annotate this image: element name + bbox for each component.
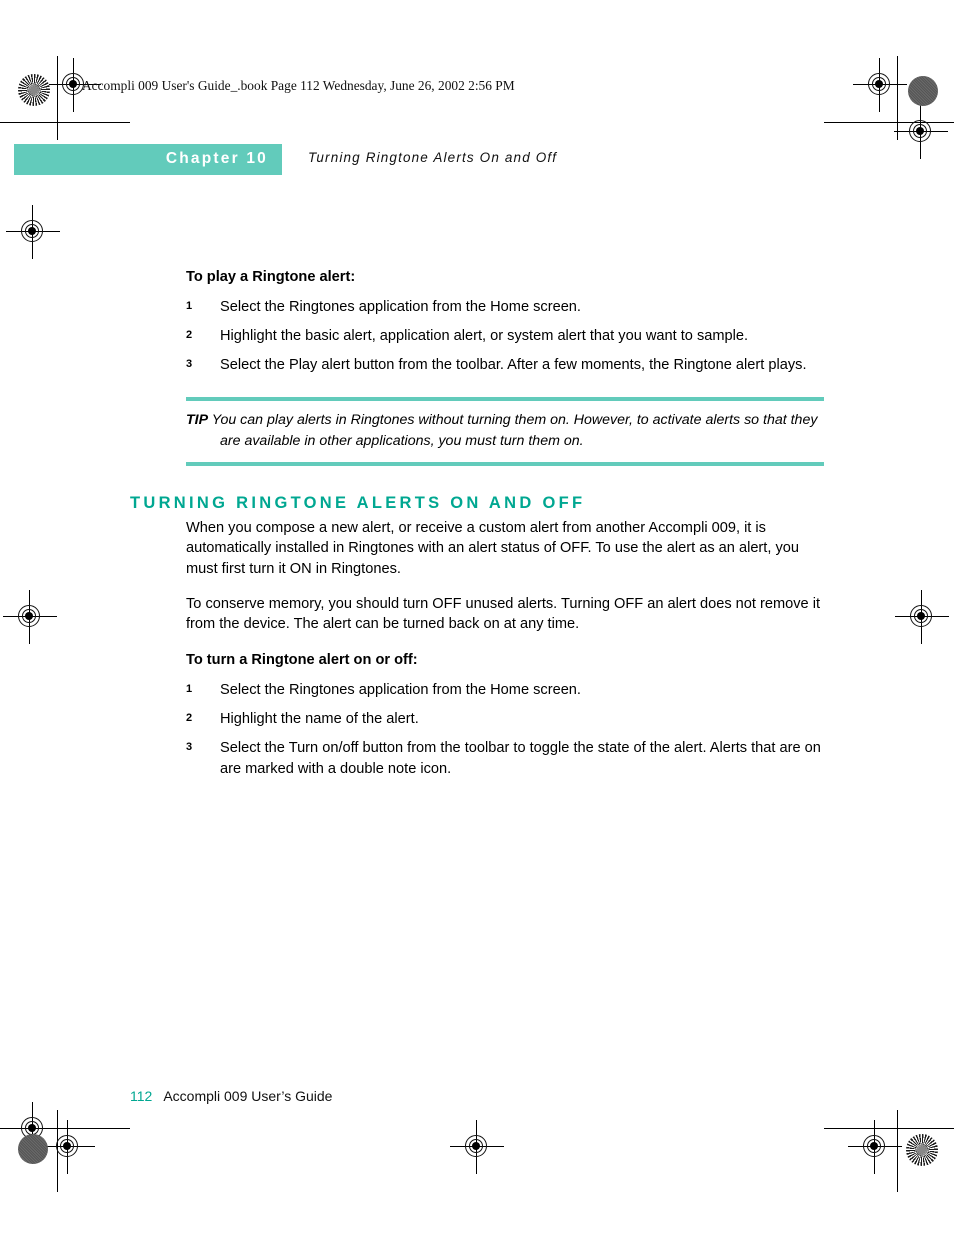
heading-spacer — [186, 466, 824, 518]
chapter-label: Chapter 10 — [165, 150, 268, 167]
halftone-star-target-bottom-right — [906, 1134, 938, 1166]
step-number: 1 — [186, 300, 193, 313]
halftone-star-target-top-left — [18, 74, 50, 106]
process-gray-dot-top-right — [908, 76, 938, 106]
trim-line-top-left — [0, 122, 130, 123]
list-item: 2 Highlight the basic alert, application… — [186, 326, 824, 347]
list-item: 1 Select the Ringtones application from … — [186, 680, 824, 701]
page-footer: 112 Accompli 009 User’s Guide — [130, 1088, 332, 1104]
list-item: 2 Highlight the name of the alert. — [186, 709, 824, 730]
content-column: To play a Ringtone alert: 1 Select the R… — [186, 268, 824, 787]
process-gray-dot-bottom-left — [18, 1134, 48, 1164]
registration-mark-bottom-right — [848, 1120, 902, 1174]
list-item: 3 Select the Turn on/off button from the… — [186, 738, 824, 779]
step-text: Select the Ringtones application from th… — [220, 299, 581, 316]
procedure-two-steps: 1 Select the Ringtones application from … — [186, 680, 824, 779]
step-number: 3 — [186, 357, 193, 370]
step-number: 2 — [186, 712, 193, 725]
tip-box: TIP You can play alerts in Ringtones wit… — [186, 397, 824, 466]
registration-mark-mid-left — [3, 590, 57, 644]
running-head: Turning Ringtone Alerts On and Off — [308, 150, 558, 165]
step-text: Highlight the basic alert, application a… — [220, 327, 749, 344]
list-item: 1 Select the Ringtones application from … — [186, 297, 824, 318]
registration-mark-bottom-center — [450, 1120, 504, 1174]
step-number: 2 — [186, 328, 193, 341]
procedure-two-title: To turn a Ringtone alert on or off: — [186, 652, 418, 669]
procedure-one-steps: 1 Select the Ringtones application from … — [186, 297, 824, 375]
step-number: 3 — [186, 740, 193, 753]
registration-mark-mid-right — [895, 590, 949, 644]
tip-label: TIP — [186, 412, 209, 429]
guide-title: Accompli 009 User’s Guide — [163, 1088, 333, 1104]
page-number: 112 — [130, 1088, 153, 1104]
document-page: Accompli 009 User's Guide_.book Page 112… — [0, 0, 954, 1235]
list-item: 3 Select the Play alert button from the … — [186, 355, 824, 376]
procedure-one-title: To play a Ringtone alert: — [186, 269, 356, 285]
registration-mark-top-right — [853, 58, 907, 112]
step-text: Select the Ringtones application from th… — [220, 682, 581, 699]
registration-mark-top-right-inner — [894, 105, 948, 159]
step-number: 1 — [186, 683, 193, 696]
tip-body: You can play alerts in Ringtones without… — [211, 412, 818, 449]
book-file-header: Accompli 009 User's Guide_.book Page 112… — [82, 78, 515, 93]
chapter-bar: Chapter 10 — [14, 144, 282, 175]
section-paragraph-2: To conserve memory, you should turn OFF … — [186, 595, 821, 633]
section-paragraph-1: When you compose a new alert, or receive… — [186, 519, 799, 578]
step-text: Select the Turn on/off button from the t… — [220, 739, 821, 777]
step-text: Highlight the name of the alert. — [220, 711, 419, 728]
tip-text-wrapper: TIP You can play alerts in Ringtones wit… — [186, 410, 824, 451]
step-text: Select the Play alert button from the to… — [220, 356, 807, 373]
registration-mark-top-left-inner — [6, 205, 60, 259]
